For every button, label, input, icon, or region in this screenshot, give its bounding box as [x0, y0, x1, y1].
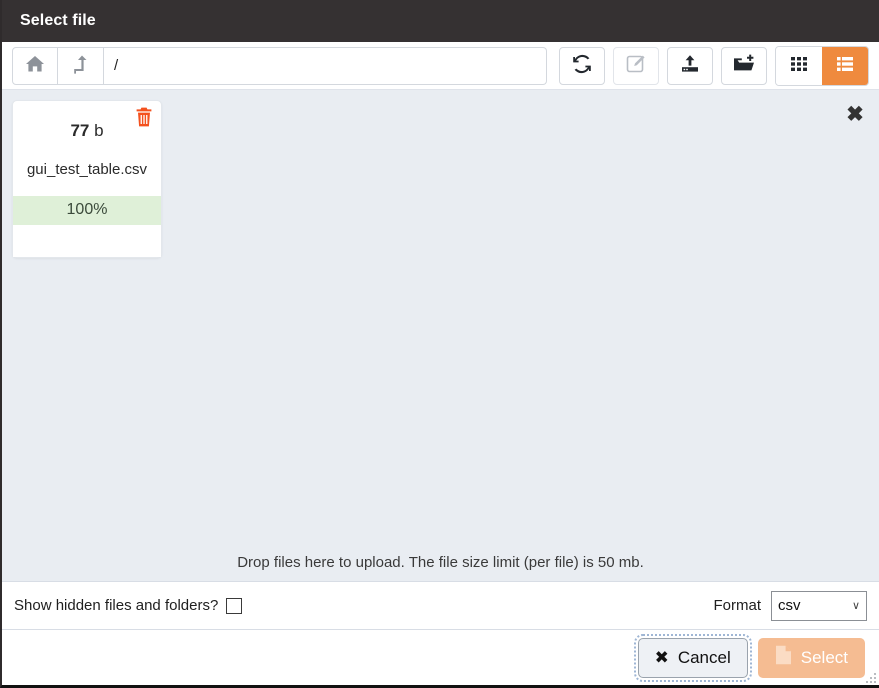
- toolbar: [2, 42, 879, 90]
- refresh-icon: [572, 54, 592, 77]
- grid-view-button[interactable]: [776, 46, 822, 85]
- home-button[interactable]: [12, 46, 58, 85]
- file-card[interactable]: 77 b gui_test_table.csv 100%: [12, 100, 162, 258]
- list-view-button[interactable]: [822, 46, 868, 85]
- upload-button[interactable]: [667, 46, 713, 85]
- resize-grip[interactable]: [863, 670, 876, 683]
- dialog-titlebar: Select file: [2, 0, 879, 42]
- cancel-button-label: Cancel: [677, 647, 731, 667]
- home-icon: [25, 55, 45, 76]
- file-icon: [775, 645, 792, 670]
- show-hidden-toggle[interactable]: Show hidden files and folders?: [14, 597, 243, 614]
- view-mode-group: [775, 45, 869, 86]
- dialog-title: Select file: [20, 12, 96, 29]
- grid-view-icon: [790, 55, 808, 76]
- upload-progress-bar: 100%: [13, 196, 161, 225]
- dialog-footer: ✖ Cancel Select: [2, 630, 879, 685]
- rename-button[interactable]: [613, 46, 659, 85]
- path-input[interactable]: [104, 46, 547, 85]
- toolbar-actions: [559, 45, 869, 86]
- folder-plus-icon: [733, 54, 755, 77]
- new-folder-button[interactable]: [721, 46, 767, 85]
- file-browser-area[interactable]: ✖ 77 b gui_test_table.csv 100% Drop file…: [2, 90, 879, 582]
- path-navigation-group: [12, 46, 547, 85]
- file-size-number: 77: [70, 121, 90, 140]
- refresh-button[interactable]: [559, 46, 605, 85]
- show-hidden-label: Show hidden files and folders?: [14, 597, 219, 614]
- file-card-footer: [13, 225, 161, 257]
- level-up-icon: [73, 55, 89, 77]
- parent-directory-button[interactable]: [58, 46, 104, 85]
- select-button-label: Select: [800, 647, 848, 667]
- select-button[interactable]: Select: [757, 637, 865, 678]
- upload-icon: [680, 54, 700, 77]
- cancel-button[interactable]: ✖ Cancel: [633, 633, 752, 682]
- format-select[interactable]: csv ∨: [771, 590, 867, 621]
- format-selected-value: csv: [778, 597, 801, 614]
- file-name: gui_test_table.csv: [26, 161, 148, 178]
- edit-pencil-icon: [626, 54, 646, 77]
- file-size-unit: b: [94, 121, 104, 140]
- list-view-icon: [836, 55, 854, 76]
- x-icon: ✖: [654, 647, 669, 667]
- close-icon[interactable]: ✖: [841, 100, 869, 128]
- trash-icon[interactable]: [135, 107, 153, 127]
- chevron-down-icon: ∨: [851, 600, 860, 612]
- format-label: Format: [713, 597, 761, 614]
- options-row: Show hidden files and folders? Format cs…: [2, 582, 879, 630]
- drop-zone-hint: Drop files here to upload. The file size…: [237, 554, 644, 571]
- select-file-dialog: Select file / ✖ 77 b gui_test_table.csv …: [0, 0, 879, 688]
- show-hidden-checkbox[interactable]: [226, 597, 243, 614]
- format-control: Format csv ∨: [713, 590, 867, 621]
